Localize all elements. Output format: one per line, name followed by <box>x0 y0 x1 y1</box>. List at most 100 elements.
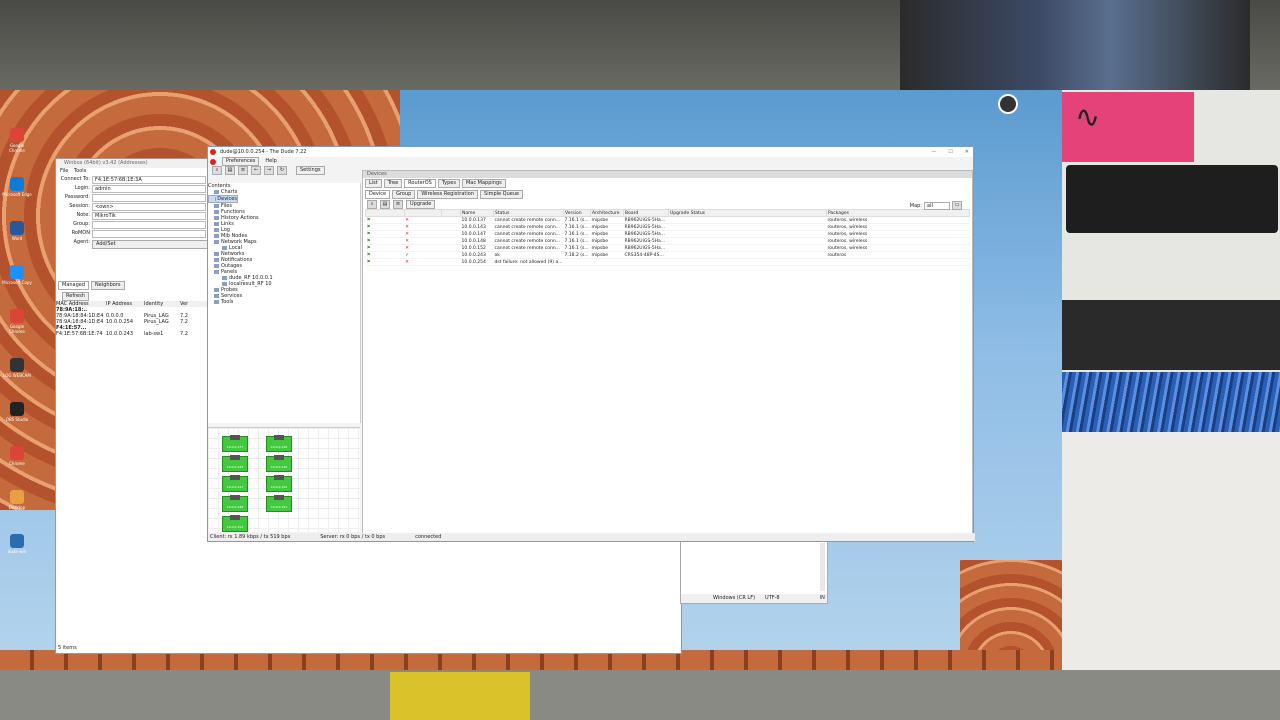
csv-icon[interactable]: ≡ <box>393 200 403 209</box>
desktop-icon[interactable]: Microsoft Edge <box>2 177 32 197</box>
maximize-icon[interactable]: ☐ <box>948 147 952 157</box>
desktop-icon[interactable]: LOG WEBCAM <box>2 358 32 378</box>
map-select[interactable]: all <box>924 201 950 210</box>
desktop-icon[interactable]: Google Chrome <box>2 309 32 334</box>
handwritten-sketch: ∿ <box>1075 100 1101 135</box>
column-header[interactable]: Status <box>493 209 564 217</box>
panel-subtab[interactable]: Simple Queue <box>480 190 524 199</box>
binoculars-icon[interactable]: ⌕ <box>212 165 222 175</box>
network-map-preview[interactable]: 10.0.0.137 10.0.0.138 10.0.0.143 10.0.0.146… <box>208 427 360 532</box>
desktop-icon[interactable]: Microsoft Copy <box>2 265 32 285</box>
menu-help[interactable]: Help <box>265 157 276 165</box>
desktop-icon[interactable]: Desktop <box>2 490 32 510</box>
upgrade-button[interactable]: Upgrade <box>406 200 436 209</box>
disconnect-icon[interactable] <box>210 159 216 165</box>
table-cell: 7.18.2 (s... <box>563 251 591 259</box>
column-header[interactable]: Board <box>623 209 669 217</box>
menu-file[interactable]: File <box>60 168 68 174</box>
close-icon[interactable]: ✕ <box>965 147 969 157</box>
folder-icon <box>214 258 219 262</box>
column-header[interactable]: Name <box>460 209 495 217</box>
back-icon[interactable]: ← <box>251 165 261 175</box>
screw-tray <box>390 672 530 720</box>
panel-tab[interactable]: RouterOS <box>404 179 436 188</box>
table-cell: RB962UiGS-5Ha... <box>623 230 669 238</box>
map-device-node[interactable]: 10.0.0.151 <box>266 495 292 512</box>
desktop-icon[interactable]: dude-win <box>2 534 32 554</box>
panel-tabs: List Tree RouterOS Types Mac Mappings <box>363 178 972 189</box>
column-header[interactable]: Upgrade Status <box>668 209 827 217</box>
field-input[interactable] <box>92 194 206 202</box>
panel-tab[interactable]: Types <box>437 179 460 188</box>
panel-subtab[interactable]: Wireless Registration <box>417 190 479 199</box>
table-row[interactable]: ⚑ ✕ 10.0.0.254 dst failure: not allowed (9)… <box>365 258 970 266</box>
desktop-icon[interactable]: Chrome <box>2 446 32 466</box>
spacer-cell <box>441 244 461 252</box>
table-row[interactable]: ⚑ ✕ 10.0.0.148 cannot create remote conn...… <box>365 237 970 245</box>
map-device-node[interactable]: 10.0.0.148 <box>222 495 248 512</box>
map-device-node[interactable]: 10.0.0.143 <box>222 455 248 472</box>
csv-icon[interactable]: ≡ <box>238 165 248 175</box>
tab-neighbors[interactable]: Neighbors <box>91 281 125 290</box>
table-row[interactable]: ⚑ ✕ 10.0.0.152 cannot create remote conn...… <box>365 244 970 252</box>
find-icon[interactable]: ⌕ <box>367 200 377 209</box>
panel-tab[interactable]: Mac Mappings <box>461 179 506 188</box>
map-device-node[interactable]: 10.0.0.138 <box>266 435 292 452</box>
desktop-icon[interactable]: OBS Studio <box>2 402 32 422</box>
table-cell: mipsbe <box>590 216 624 224</box>
spacer-cell <box>441 251 461 259</box>
table-cell: routeros, wireless <box>826 216 970 224</box>
map-device-node[interactable]: 10.0.0.150 <box>266 475 292 492</box>
refresh-icon[interactable]: ↻ <box>277 165 287 175</box>
field-input[interactable]: <own> <box>92 203 206 211</box>
table-row[interactable]: ⚑ ✕ 10.0.0.143 cannot create remote conn...… <box>365 223 970 231</box>
column-header[interactable]: Version <box>563 209 591 217</box>
table-cell <box>668 258 827 266</box>
tree-item[interactable]: Tools <box>208 299 360 305</box>
menu-tools[interactable]: Tools <box>74 168 86 174</box>
tree-item[interactable]: Devices <box>208 195 238 203</box>
print-icon[interactable]: ▤ <box>225 165 235 175</box>
map-device-node[interactable]: 10.0.0.146 <box>266 455 292 472</box>
panel-tab[interactable]: List <box>365 179 382 188</box>
panel-tab[interactable]: Tree <box>383 179 403 188</box>
app-icon <box>10 446 24 460</box>
desktop-icon[interactable]: Word <box>2 221 32 241</box>
field-input[interactable]: MikroTik <box>92 212 206 220</box>
map-device-node[interactable]: 10.0.0.147 <box>222 475 248 492</box>
table-row[interactable]: ⚑ ✓ 10.0.0.243 ok 7.18.2 (s... mipsbe CRS354-4… <box>365 251 970 259</box>
form-row: RoMON Agent: <box>56 229 206 245</box>
field-input[interactable]: F4:1E:57:6B:1E:3A <box>92 176 206 184</box>
field-input[interactable] <box>92 230 206 238</box>
settings-button[interactable]: Settings <box>296 165 325 175</box>
folder-icon <box>214 240 219 244</box>
dude-app-icon <box>210 149 216 155</box>
flag-icon: ⚑ <box>365 258 405 266</box>
field-input[interactable] <box>92 221 206 229</box>
column-header[interactable]: Architecture <box>590 209 624 217</box>
table-row[interactable]: ⚑ ✕ 10.0.0.147 cannot create remote conn...… <box>365 230 970 238</box>
tree-item[interactable]: Charts <box>208 189 360 195</box>
panel-subtab[interactable]: Group <box>392 190 416 199</box>
minimize-icon[interactable]: — <box>931 147 936 157</box>
dude-title-bar: dude@10.0.0.254 - The Dude 7.22 — ☐ ✕ <box>208 147 973 157</box>
tab-managed[interactable]: Managed <box>58 281 90 290</box>
refresh-button[interactable]: Refresh <box>62 292 89 301</box>
window-icon[interactable]: ▭ <box>952 201 962 210</box>
folder-icon <box>214 294 219 298</box>
map-device-node[interactable]: 10.0.0.152 <box>222 515 248 532</box>
folder-icon <box>214 252 219 256</box>
field-input[interactable]: admin <box>92 185 206 193</box>
flag-icon: ⚑ <box>365 251 405 259</box>
map-device-node[interactable]: 10.0.0.137 <box>222 435 248 452</box>
column-header[interactable]: Packages <box>826 209 970 217</box>
print-icon[interactable]: ▤ <box>380 200 390 209</box>
forward-icon[interactable]: → <box>264 165 274 175</box>
error-icon: ✕ <box>404 223 442 231</box>
table-row[interactable]: ⚑ ✕ 10.0.0.137 cannot create remote conn...… <box>365 216 970 224</box>
desktop-icon[interactable]: Google Chrome <box>2 128 32 153</box>
scrollbar[interactable] <box>820 543 825 591</box>
recycle-icon[interactable] <box>998 94 1018 114</box>
panel-subtab[interactable]: Device <box>365 190 391 199</box>
table-row[interactable]: F4:1E:57:6B:1E:7410.0.0.243 lab-sw1 7.22 <box>56 331 208 337</box>
